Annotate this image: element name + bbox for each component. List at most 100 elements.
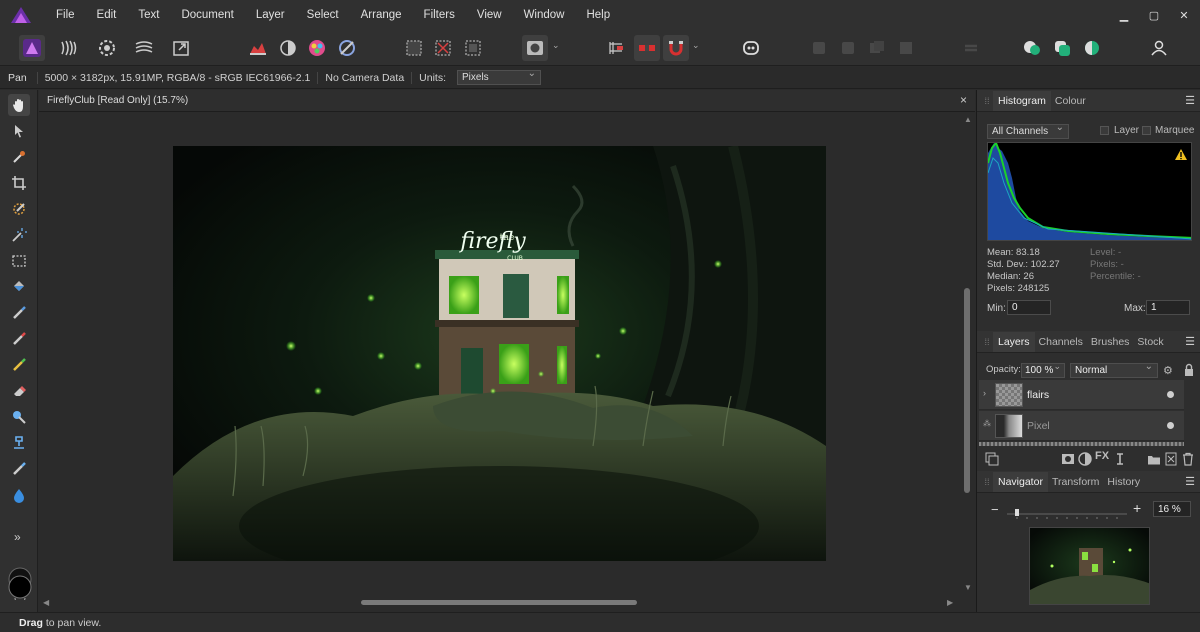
tab-histogram[interactable]: Histogram xyxy=(993,90,1051,111)
panel-grip-icon[interactable]: ⁞⁞ xyxy=(981,477,993,487)
panel-menu-icon[interactable]: ☰ xyxy=(1185,475,1195,488)
liquify-persona-icon[interactable] xyxy=(55,35,81,61)
tab-brushes[interactable]: Brushes xyxy=(1087,336,1134,348)
lock-icon[interactable] xyxy=(1182,363,1196,377)
tab-stock[interactable]: Stock xyxy=(1133,336,1167,348)
quick-mask-dropdown-icon[interactable]: ⌄ xyxy=(552,40,560,51)
min-field[interactable]: 0 xyxy=(1007,300,1051,315)
menu-file[interactable]: File xyxy=(45,0,86,30)
tone-mapping-persona-icon[interactable] xyxy=(131,35,157,61)
layer-row-pixel[interactable]: ⁂ Pixel xyxy=(979,411,1184,441)
canvas-area[interactable]: the firefly CLUB xyxy=(39,113,961,595)
menu-help[interactable]: Help xyxy=(575,0,621,30)
panel-grip-icon[interactable]: ⁞⁞ xyxy=(981,96,993,106)
tab-layers[interactable]: Layers xyxy=(993,331,1035,352)
zoom-field[interactable]: 16 % xyxy=(1153,501,1191,517)
blend-mode-select[interactable]: Normal xyxy=(1070,361,1158,378)
account-icon[interactable] xyxy=(1146,35,1172,61)
visibility-toggle[interactable] xyxy=(1167,391,1174,398)
view-tool-hand-icon[interactable] xyxy=(8,94,30,116)
select-all-icon[interactable] xyxy=(401,35,427,61)
color-swatch[interactable] xyxy=(7,566,33,600)
menu-view[interactable]: View xyxy=(466,0,513,30)
close-document-icon[interactable]: × xyxy=(960,93,967,107)
panel-menu-icon[interactable]: ☰ xyxy=(1185,94,1195,107)
brush-layer-icon[interactable] xyxy=(1113,452,1127,466)
panel-menu-icon[interactable]: ☰ xyxy=(1185,335,1195,348)
erase-brush-tool-icon[interactable] xyxy=(8,380,30,402)
zoom-out-button[interactable]: − xyxy=(991,502,999,517)
inpainting-brush-tool-icon[interactable] xyxy=(8,458,30,480)
move-tool-icon[interactable] xyxy=(8,120,30,142)
menu-filters[interactable]: Filters xyxy=(413,0,466,30)
expand-layer-icon[interactable]: › xyxy=(983,388,986,398)
scroll-left-icon[interactable]: ◀ xyxy=(43,598,49,607)
navigator-preview[interactable] xyxy=(1029,527,1150,605)
paint-brush-tool-icon[interactable] xyxy=(8,302,30,324)
document-tab[interactable]: FireflyClub [Read Only] (15.7%) × xyxy=(39,90,975,112)
marquee-tool-icon[interactable] xyxy=(8,250,30,272)
develop-persona-icon[interactable] xyxy=(94,35,120,61)
auto-colour-icon[interactable] xyxy=(304,35,330,61)
clone-brush-tool-icon[interactable] xyxy=(8,354,30,376)
menu-text[interactable]: Text xyxy=(127,0,170,30)
colour-studio-icon[interactable] xyxy=(1079,35,1105,61)
adjustment-layer-icon[interactable] xyxy=(1078,452,1092,466)
mirror-icon[interactable] xyxy=(604,35,630,61)
selection-brush-tool-icon[interactable] xyxy=(8,198,30,220)
quick-mask-icon[interactable] xyxy=(522,35,548,61)
studio-preset-icon[interactable] xyxy=(1049,35,1075,61)
zoom-slider[interactable] xyxy=(1007,508,1127,520)
menu-arrange[interactable]: Arrange xyxy=(350,0,413,30)
visibility-toggle[interactable] xyxy=(1167,422,1174,429)
tab-channels[interactable]: Channels xyxy=(1035,336,1087,348)
layer-settings-icon[interactable]: ⚙ xyxy=(1163,364,1177,378)
auto-levels-icon[interactable] xyxy=(245,35,271,61)
tab-colour[interactable]: Colour xyxy=(1051,95,1090,107)
persona-studio-icon[interactable] xyxy=(1019,35,1045,61)
blur-brush-tool-icon[interactable] xyxy=(8,432,30,454)
close-window-icon[interactable]: ✕ xyxy=(1178,9,1190,22)
menu-edit[interactable]: Edit xyxy=(86,0,128,30)
tab-navigator[interactable]: Navigator xyxy=(993,471,1048,492)
opacity-field[interactable]: 100 % xyxy=(1021,361,1065,378)
zoom-in-button[interactable]: + xyxy=(1133,500,1141,516)
delete-layer-icon[interactable] xyxy=(1181,452,1195,466)
auto-white-balance-icon[interactable] xyxy=(334,35,360,61)
export-persona-icon[interactable] xyxy=(168,35,194,61)
marquee-checkbox[interactable] xyxy=(1142,126,1151,135)
add-pixel-layer-icon[interactable] xyxy=(1164,452,1178,466)
minimize-icon[interactable]: ▁ xyxy=(1118,9,1130,22)
tab-history[interactable]: History xyxy=(1103,476,1144,488)
add-group-icon[interactable] xyxy=(1147,452,1161,466)
vertical-scroll-thumb[interactable] xyxy=(964,288,970,493)
crop-tool-icon[interactable] xyxy=(8,172,30,194)
vertical-scrollbar[interactable]: ▲ ▼ xyxy=(961,113,975,595)
live-filter-icon[interactable]: FX xyxy=(1095,450,1109,464)
max-field[interactable]: 1 xyxy=(1146,300,1190,315)
units-select[interactable]: Pixels xyxy=(457,68,541,85)
more-tools-icon[interactable]: » xyxy=(14,530,21,544)
deselect-icon[interactable] xyxy=(430,35,456,61)
histogram-channel-select[interactable]: All Channels xyxy=(987,122,1069,139)
layer-checkbox[interactable] xyxy=(1100,126,1109,135)
mask-layer-icon[interactable] xyxy=(1061,452,1075,466)
snapping-dropdown-icon[interactable]: ⌄ xyxy=(692,40,700,51)
panel-grip-icon[interactable]: ⁞⁞ xyxy=(981,337,993,347)
layer-transparency-icon[interactable] xyxy=(985,452,999,466)
horizontal-scrollbar[interactable]: ◀ ▶ xyxy=(39,595,961,609)
maximize-icon[interactable]: ▢ xyxy=(1148,9,1160,22)
dodge-brush-tool-icon[interactable] xyxy=(8,406,30,428)
menu-select[interactable]: Select xyxy=(296,0,350,30)
invert-selection-icon[interactable] xyxy=(460,35,486,61)
lock-layer-icon[interactable]: ⁂ xyxy=(983,419,991,428)
auto-contrast-icon[interactable] xyxy=(275,35,301,61)
scroll-up-icon[interactable]: ▲ xyxy=(964,115,972,124)
fill-tool-icon[interactable] xyxy=(8,276,30,298)
scroll-down-icon[interactable]: ▼ xyxy=(964,583,972,592)
layer-row-flairs[interactable]: › flairs xyxy=(979,380,1184,410)
assistant-icon[interactable] xyxy=(663,35,689,61)
pixel-tool-icon[interactable] xyxy=(8,328,30,350)
smudge-brush-tool-icon[interactable] xyxy=(8,484,30,506)
flood-select-tool-icon[interactable] xyxy=(8,224,30,246)
